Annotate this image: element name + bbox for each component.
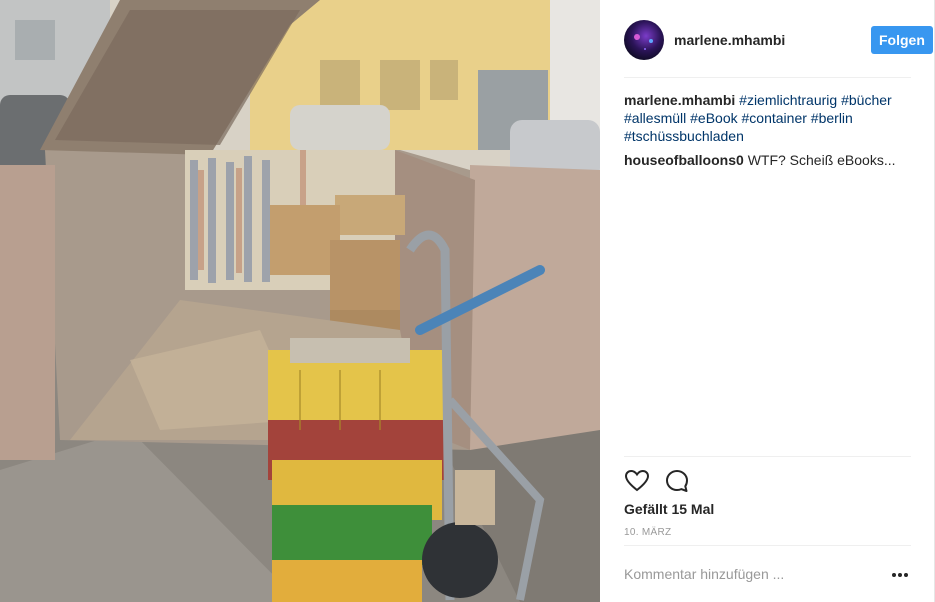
more-options-icon[interactable] [891, 568, 909, 582]
hashtag-link[interactable]: #container [742, 110, 807, 126]
comment-text: WTF? Scheiß eBooks... [747, 152, 896, 168]
hashtag-link[interactable]: #berlin [811, 110, 853, 126]
post-actions [624, 456, 911, 492]
post-side-panel: marlene.mhambi Folgen marlene.mhambi #zi… [600, 0, 935, 602]
comment-author[interactable]: marlene.mhambi [624, 92, 735, 108]
comment-icon[interactable] [664, 468, 690, 494]
avatar[interactable] [624, 20, 664, 60]
author-username[interactable]: marlene.mhambi [674, 32, 785, 48]
comment-item: houseofballoons0 WTF? Scheiß eBooks... [624, 151, 911, 169]
comment-caption: marlene.mhambi #ziemlichtraurig #bücher … [624, 91, 911, 145]
hashtag-link[interactable]: #bücher [841, 92, 892, 108]
photo-illustration [0, 0, 600, 602]
hashtag-link[interactable]: #tschüssbuchladen [624, 128, 744, 144]
hashtag-link[interactable]: #ziemlichtraurig [739, 92, 837, 108]
hashtag-link[interactable]: #allesmüll [624, 110, 686, 126]
comment-author[interactable]: houseofballoons0 [624, 152, 744, 168]
likes-count[interactable]: Gefällt 15 Mal [624, 501, 714, 517]
add-comment-bar [624, 545, 911, 602]
post-date: 10. März [624, 527, 672, 538]
hashtag-link[interactable]: #eBook [690, 110, 737, 126]
comment-input[interactable] [624, 560, 874, 588]
post-container: marlene.mhambi Folgen marlene.mhambi #zi… [0, 0, 935, 602]
post-photo[interactable] [0, 0, 600, 602]
heart-icon[interactable] [624, 468, 650, 494]
post-header: marlene.mhambi Folgen [624, 0, 933, 78]
comment-list: marlene.mhambi #ziemlichtraurig #bücher … [624, 91, 911, 175]
follow-button[interactable]: Folgen [871, 26, 933, 54]
